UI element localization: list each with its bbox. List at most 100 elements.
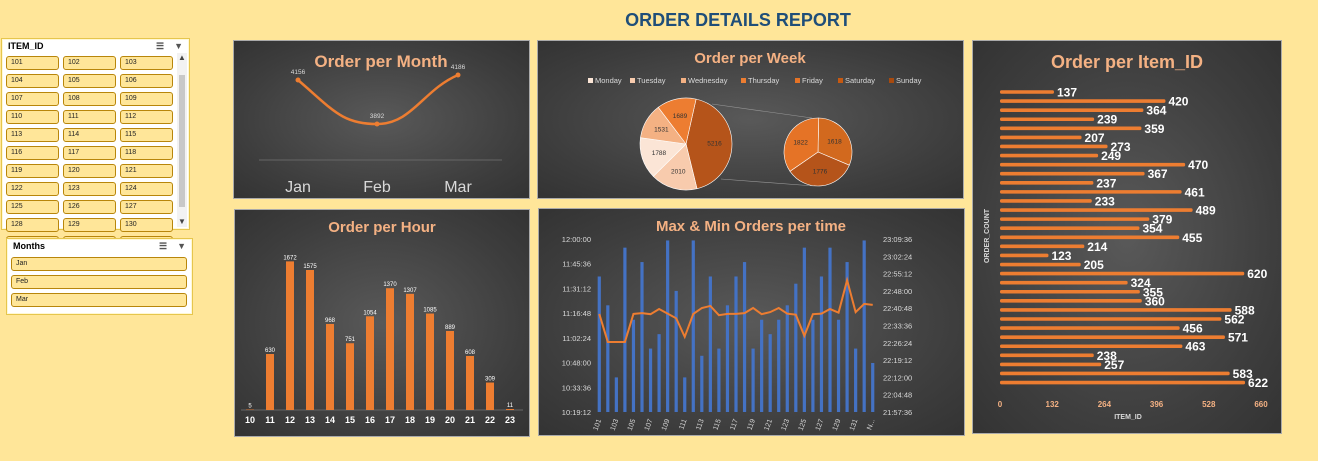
item-id-option-113[interactable]: 113 (6, 128, 59, 142)
multi-select-icon[interactable]: ☰ (159, 241, 167, 252)
data-label: 463 (1185, 340, 1205, 354)
data-label: 630 (265, 348, 276, 354)
item-id-option-103[interactable]: 103 (120, 56, 173, 70)
bar (1000, 226, 1140, 230)
x-tick-label: 113 (695, 418, 705, 431)
bar (1000, 199, 1092, 203)
bar (777, 319, 781, 412)
item-id-slicer[interactable]: ITEM_ID ☰ ▼ 101 102 103 104 105 106 107 108 109 11… (1, 38, 190, 250)
bar (674, 290, 678, 412)
scroll-up-icon[interactable]: ▲ (178, 54, 186, 62)
item-id-option-115[interactable]: 115 (120, 128, 173, 142)
y-right-tick: 22:33:36 (883, 322, 912, 331)
item-id-option-121[interactable]: 121 (120, 164, 173, 178)
item-id-option-129[interactable]: 129 (63, 218, 116, 232)
scroll-thumb[interactable] (179, 75, 185, 207)
month-option-feb[interactable]: Feb (11, 275, 187, 289)
bar (631, 319, 636, 412)
item-id-option-105[interactable]: 105 (63, 74, 116, 88)
pie-label: 1776 (813, 169, 828, 176)
bar (486, 382, 494, 410)
item-id-option-101[interactable]: 101 (6, 56, 59, 70)
month-option-jan[interactable]: Jan (11, 257, 187, 271)
item-id-option-110[interactable]: 110 (6, 110, 59, 124)
item-id-option-128[interactable]: 128 (6, 218, 59, 232)
bar (1000, 362, 1102, 367)
x-tick-label: 11 (265, 415, 275, 425)
multi-select-icon[interactable]: ☰ (156, 41, 164, 52)
scroll-down-icon[interactable]: ▼ (178, 218, 186, 226)
data-label: 1575 (303, 264, 317, 270)
item-id-option-123[interactable]: 123 (63, 182, 116, 196)
item-id-option-111[interactable]: 111 (63, 110, 116, 124)
item-id-slicer-scrollbar[interactable]: ▲ ▼ (177, 53, 187, 227)
item-id-option-107[interactable]: 107 (6, 92, 59, 106)
y-left-tick: 10:33:36 (562, 383, 591, 392)
item-id-option-124[interactable]: 124 (120, 182, 173, 196)
item-id-option-116[interactable]: 116 (6, 146, 59, 160)
data-label: 4156 (291, 69, 306, 76)
legend-swatch (588, 78, 593, 83)
clear-filter-icon[interactable]: ▼ (177, 241, 186, 252)
item-id-option-112[interactable]: 112 (120, 110, 173, 124)
item-id-option-125[interactable]: 125 (6, 200, 59, 214)
x-tick-label: 103 (610, 418, 621, 431)
legend-swatch (795, 78, 800, 83)
data-label: 889 (445, 325, 456, 331)
bar (666, 240, 670, 412)
item-id-option-122[interactable]: 122 (6, 182, 59, 196)
item-id-option-119[interactable]: 119 (6, 164, 59, 178)
x-tick-label: 129 (832, 418, 843, 431)
bar (700, 355, 704, 412)
chart-title: Order per Month (314, 52, 447, 71)
data-label: 968 (325, 318, 336, 324)
x-tick-label: 107 (644, 418, 655, 431)
pie-label: 1822 (793, 140, 808, 147)
month-option-mar[interactable]: Mar (11, 293, 187, 307)
order-per-hour-chart: Order per Hour 5 10 630 11 1672 12 1575 13 968 14 7… (241, 219, 523, 425)
bar (871, 362, 875, 412)
item-id-option-102[interactable]: 102 (63, 56, 116, 70)
report-title: ORDER DETAILS REPORT (625, 10, 851, 30)
data-label: 364 (1146, 104, 1166, 118)
data-label: 420 (1168, 95, 1188, 109)
item-id-option-130[interactable]: 130 (120, 218, 173, 232)
item-id-option-106[interactable]: 106 (120, 74, 173, 88)
item-id-option-109[interactable]: 109 (120, 92, 173, 106)
x-tick-label: 105 (627, 418, 638, 431)
item-id-option-120[interactable]: 120 (63, 164, 116, 178)
bar (1000, 289, 1140, 294)
item-id-option-108[interactable]: 108 (63, 92, 116, 106)
y-right-tick: 23:02:24 (883, 252, 912, 261)
data-label: 470 (1188, 158, 1208, 172)
item-id-option-117[interactable]: 117 (63, 146, 116, 160)
item-id-option-104[interactable]: 104 (6, 74, 59, 88)
y-right-tick: 22:40:48 (883, 304, 912, 313)
data-label: 622 (1248, 376, 1268, 390)
item-id-option-127[interactable]: 127 (120, 200, 173, 214)
data-label: 571 (1228, 331, 1248, 345)
item-id-option-114[interactable]: 114 (63, 128, 116, 142)
x-tick-label: 0 (998, 400, 1003, 409)
data-label: 3892 (370, 113, 385, 120)
legend-swatch (838, 78, 843, 83)
bar (614, 377, 618, 412)
clear-filter-icon[interactable]: ▼ (174, 41, 183, 52)
bar (306, 270, 314, 410)
bar (1000, 335, 1225, 339)
bar (802, 247, 806, 412)
bar (760, 319, 764, 412)
data-label: 620 (1247, 267, 1267, 281)
data-point (455, 72, 461, 78)
months-slicer[interactable]: Months ☰ ▼ Jan Feb Mar (6, 238, 193, 315)
y-right-tick: 21:57:36 (883, 408, 912, 417)
item-id-option-126[interactable]: 126 (63, 200, 116, 214)
bar (1000, 235, 1180, 240)
months-slicer-title: Months (13, 241, 45, 251)
bar (691, 240, 695, 412)
pie-label: 1689 (673, 113, 688, 120)
item-id-option-118[interactable]: 118 (120, 146, 173, 160)
order-per-item-chart: Order per Item_ID13742036423935920727324… (984, 52, 1268, 421)
data-label: 214 (1087, 240, 1107, 254)
bar (1000, 117, 1095, 122)
